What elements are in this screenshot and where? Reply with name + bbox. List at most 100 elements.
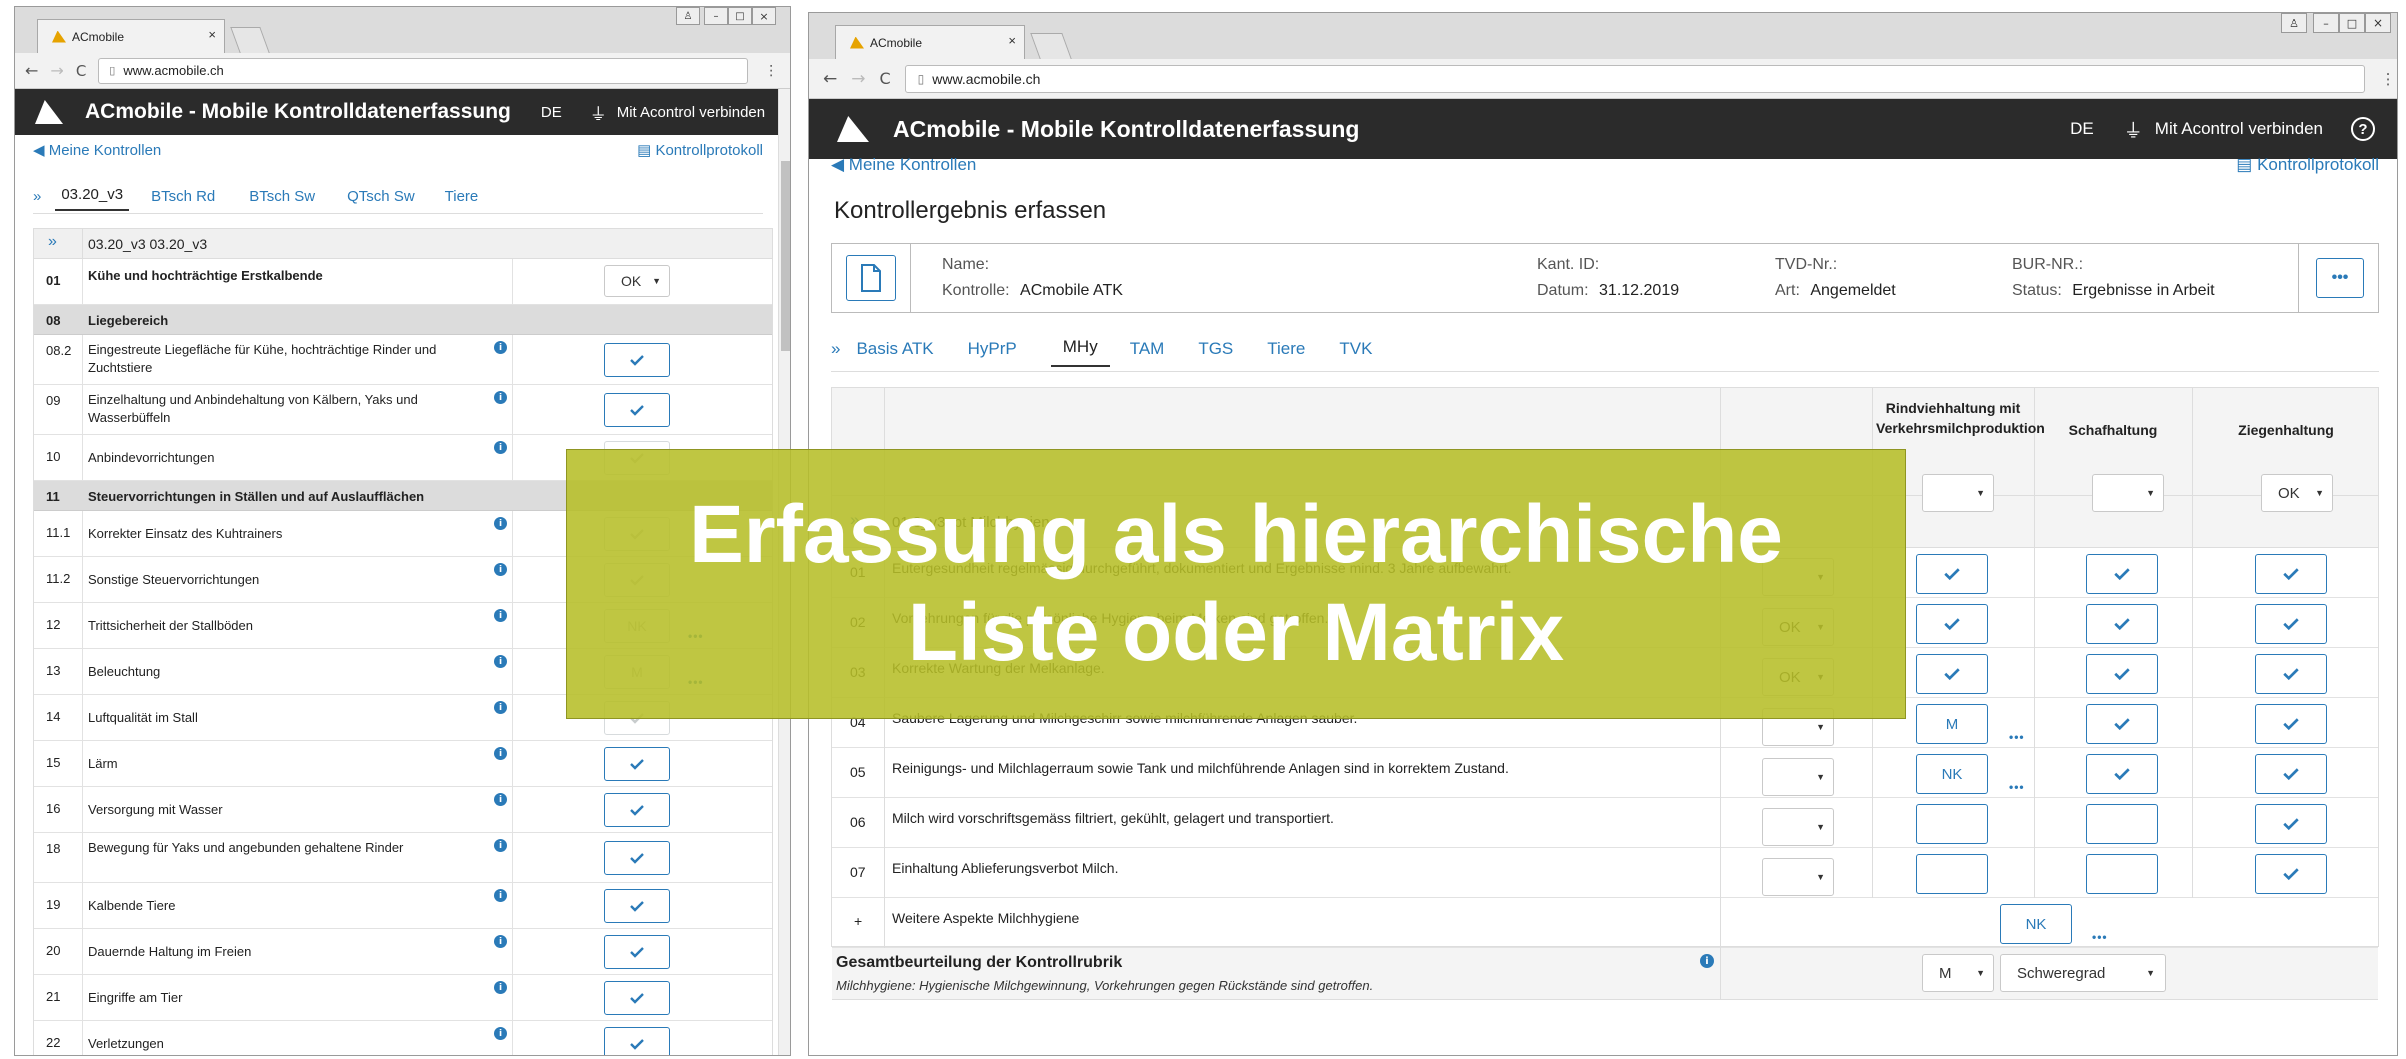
protocol-link[interactable]: ▤ Kontrollprotokoll bbox=[2236, 155, 2379, 175]
menu-kebab-icon[interactable]: ⋮ bbox=[2381, 70, 2396, 88]
tab-03-20-v3[interactable]: 03.20_v3 bbox=[55, 186, 130, 211]
column-select-2[interactable]: ▼ bbox=[2092, 474, 2164, 512]
matrix-cell-button[interactable]: M bbox=[1916, 704, 1988, 744]
reload-icon[interactable]: C bbox=[880, 69, 891, 88]
language-selector[interactable]: DE bbox=[541, 104, 562, 121]
add-aspect-button[interactable]: NK bbox=[2000, 904, 2072, 944]
tabs-prefix-icon[interactable]: » bbox=[33, 188, 41, 211]
minimize-icon[interactable]: – bbox=[704, 7, 728, 25]
matrix-cell-button[interactable] bbox=[1916, 804, 1988, 844]
result-button[interactable] bbox=[604, 1027, 670, 1055]
close-window-icon[interactable]: × bbox=[2365, 13, 2391, 33]
forward-arrow-icon[interactable]: → bbox=[50, 61, 63, 80]
matrix-cell-button[interactable] bbox=[1916, 554, 1988, 594]
info-icon[interactable]: i bbox=[494, 981, 507, 994]
matrix-cell-button[interactable] bbox=[2086, 804, 2158, 844]
protocol-link[interactable]: ▤ Kontrollprotokoll bbox=[637, 141, 763, 159]
column-select-1[interactable]: ▼ bbox=[1922, 474, 1994, 512]
tab-qtsch-sw[interactable]: QTsch Sw bbox=[347, 188, 415, 211]
scrollbar-thumb[interactable] bbox=[781, 161, 790, 351]
result-button[interactable] bbox=[604, 935, 670, 969]
tab-hyprp[interactable]: HyPrP bbox=[968, 339, 1035, 367]
matrix-cell-button[interactable] bbox=[1916, 854, 1988, 894]
tab-tgs[interactable]: TGS bbox=[1198, 339, 1251, 367]
matrix-cell-button[interactable] bbox=[2255, 654, 2327, 694]
tabs-prefix-icon[interactable]: » bbox=[831, 339, 840, 367]
tab-tiere[interactable]: Tiere bbox=[445, 188, 479, 211]
tab-tvk[interactable]: TVK bbox=[1339, 339, 1390, 367]
new-tab-button[interactable] bbox=[230, 27, 270, 53]
maximize-icon[interactable]: □ bbox=[728, 7, 752, 25]
matrix-cell-button[interactable] bbox=[2086, 654, 2158, 694]
result-button[interactable] bbox=[604, 793, 670, 827]
connect-button[interactable]: Mit Acontrol verbinden bbox=[2155, 119, 2323, 139]
summary-result-select[interactable]: M ▼ bbox=[1922, 954, 1994, 992]
matrix-cell-button[interactable] bbox=[2086, 554, 2158, 594]
url-field[interactable]: ▯ www.acmobile.ch bbox=[98, 57, 749, 84]
language-selector[interactable]: DE bbox=[2070, 119, 2094, 139]
info-icon[interactable]: i bbox=[494, 517, 507, 530]
matrix-cell-button[interactable] bbox=[2255, 554, 2327, 594]
info-icon[interactable]: i bbox=[1700, 954, 1714, 968]
tab-tam[interactable]: TAM bbox=[1130, 339, 1183, 367]
row-select[interactable]: ▼ bbox=[1762, 808, 1834, 846]
result-button[interactable] bbox=[604, 889, 670, 923]
tab-mhy[interactable]: MHy bbox=[1050, 337, 1110, 367]
result-select[interactable]: OK ▼ bbox=[604, 265, 670, 297]
info-icon[interactable]: i bbox=[494, 889, 507, 902]
matrix-cell-button[interactable] bbox=[2086, 854, 2158, 894]
info-icon[interactable]: i bbox=[494, 935, 507, 948]
info-icon[interactable]: i bbox=[494, 391, 507, 404]
matrix-cell-button[interactable]: NK bbox=[1916, 754, 1988, 794]
add-icon[interactable]: + bbox=[854, 913, 862, 929]
back-arrow-icon[interactable]: ← bbox=[25, 61, 38, 80]
more-dots-icon[interactable]: ••• bbox=[2009, 780, 2025, 794]
maximize-icon[interactable]: □ bbox=[2339, 13, 2365, 33]
matrix-cell-button[interactable] bbox=[2086, 704, 2158, 744]
browser-tab[interactable]: ACmobile × bbox=[835, 25, 1025, 59]
user-icon[interactable]: ♙ bbox=[2281, 13, 2307, 33]
info-icon[interactable]: i bbox=[494, 747, 507, 760]
result-button[interactable] bbox=[604, 747, 670, 781]
row-select[interactable]: ▼ bbox=[1762, 858, 1834, 896]
result-button[interactable] bbox=[604, 981, 670, 1015]
info-icon[interactable]: i bbox=[494, 701, 507, 714]
matrix-cell-button[interactable] bbox=[1916, 654, 1988, 694]
document-button[interactable] bbox=[846, 255, 896, 301]
my-controls-link[interactable]: ◀ Meine Kontrollen bbox=[33, 141, 161, 159]
row-select[interactable]: ▼ bbox=[1762, 758, 1834, 796]
info-icon[interactable]: i bbox=[494, 1027, 507, 1040]
column-select-3[interactable]: OK ▼ bbox=[2261, 474, 2333, 512]
close-window-icon[interactable]: × bbox=[752, 7, 776, 25]
close-tab-icon[interactable]: × bbox=[1008, 33, 1016, 48]
back-arrow-icon[interactable]: ← bbox=[823, 69, 837, 89]
severity-select[interactable]: Schweregrad ▼ bbox=[2000, 954, 2166, 992]
matrix-cell-button[interactable] bbox=[2255, 804, 2327, 844]
user-icon[interactable]: ♙ bbox=[676, 7, 700, 25]
matrix-cell-button[interactable] bbox=[2255, 704, 2327, 744]
close-tab-icon[interactable]: × bbox=[208, 27, 216, 42]
reload-icon[interactable]: C bbox=[76, 62, 86, 80]
more-options-button[interactable]: ••• bbox=[2316, 258, 2364, 298]
info-icon[interactable]: i bbox=[494, 609, 507, 622]
info-icon[interactable]: i bbox=[494, 341, 507, 354]
matrix-cell-button[interactable] bbox=[2255, 754, 2327, 794]
new-tab-button[interactable] bbox=[1030, 33, 1072, 59]
matrix-cell-button[interactable] bbox=[2255, 604, 2327, 644]
matrix-cell-button[interactable] bbox=[2086, 604, 2158, 644]
my-controls-link[interactable]: ◀ Meine Kontrollen bbox=[831, 155, 976, 175]
more-dots-icon[interactable]: ••• bbox=[2009, 730, 2025, 744]
forward-arrow-icon[interactable]: → bbox=[851, 69, 865, 89]
matrix-cell-button[interactable] bbox=[1916, 604, 1988, 644]
tab-btsch-sw[interactable]: BTsch Sw bbox=[249, 188, 315, 211]
result-button[interactable] bbox=[604, 343, 670, 377]
result-button[interactable] bbox=[604, 393, 670, 427]
matrix-cell-button[interactable] bbox=[2086, 754, 2158, 794]
tab-basis-atk[interactable]: Basis ATK bbox=[856, 339, 951, 367]
connect-button[interactable]: Mit Acontrol verbinden bbox=[617, 104, 765, 121]
matrix-cell-button[interactable] bbox=[2255, 854, 2327, 894]
info-icon[interactable]: i bbox=[494, 793, 507, 806]
help-icon[interactable]: ? bbox=[2351, 117, 2375, 141]
more-dots-icon[interactable]: ••• bbox=[2092, 930, 2108, 944]
minimize-icon[interactable]: – bbox=[2313, 13, 2339, 33]
